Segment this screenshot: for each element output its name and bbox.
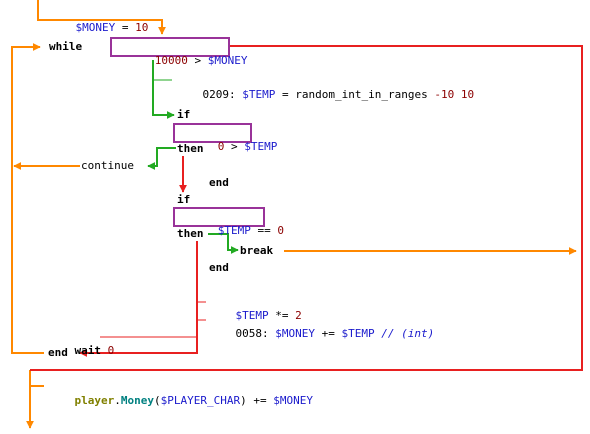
end2-keyword: end — [209, 261, 229, 274]
then1-keyword: then — [177, 142, 204, 155]
add-temp-var: $TEMP — [341, 327, 375, 340]
if2-cond-num: 0 — [277, 224, 284, 237]
add-opcode-prefix: 0058: — [235, 327, 276, 340]
temp-var: $TEMP — [242, 88, 276, 101]
final-add-op: += — [246, 394, 274, 407]
while-cond-op: > — [187, 54, 208, 67]
break-keyword: break — [240, 244, 274, 257]
end1-keyword: end — [209, 176, 229, 189]
add-op: += — [315, 327, 342, 340]
if1-condition-box: 0 > $TEMP — [173, 123, 277, 153]
money-var: $MONEY — [75, 21, 116, 34]
flow-diagram: $MONEY = 10 while 10000 > $MONEY 0209: $… — [0, 0, 590, 434]
if2-cond-var: $TEMP — [217, 224, 251, 237]
then2-keyword: then — [177, 227, 204, 240]
if1-cond-var: $TEMP — [244, 140, 278, 153]
while-cond-num: 10000 — [154, 54, 188, 67]
random-temp-line: 0209: $TEMP = random_int_in_ranges -10 1… — [176, 74, 475, 116]
init-value: 10 — [135, 21, 149, 34]
paren-open: ( — [154, 394, 161, 407]
continue-keyword: continue — [81, 159, 134, 172]
while-keyword: while — [49, 40, 83, 53]
final-money-var: $MONEY — [273, 394, 313, 407]
while-condition-box: 10000 > $MONEY — [110, 37, 248, 67]
if1-cond-op: > — [224, 140, 245, 153]
money-add-line: 0058: $MONEY += $TEMP // (int) — [209, 313, 435, 355]
wait-value: 0 — [107, 344, 115, 357]
green-if1-true-arrow — [147, 147, 176, 170]
member-dot: . — [114, 394, 121, 407]
wait-space — [101, 344, 108, 357]
orange-loop-back-arrow — [11, 43, 44, 354]
if2-keyword: if — [177, 193, 191, 206]
add-money-var: $MONEY — [275, 327, 315, 340]
end-while-keyword: end — [48, 346, 68, 359]
money-method: Money — [120, 394, 154, 407]
player-object: player — [74, 394, 115, 407]
wait-keyword: wait — [74, 344, 102, 357]
if2-cond-op: == — [250, 224, 278, 237]
while-cond-var: $MONEY — [207, 54, 248, 67]
paren-close: ) — [240, 394, 247, 407]
if1-keyword: if — [177, 108, 191, 121]
opcode-prefix: 0209: — [202, 88, 243, 101]
if2-condition-box: $TEMP == 0 — [173, 207, 284, 237]
player-char-var: $PLAYER_CHAR — [160, 394, 241, 407]
player-money-line: player.Money($PLAYER_CHAR) += $MONEY — [48, 380, 313, 422]
assign-op: = — [115, 21, 136, 34]
range-min: -10 — [434, 88, 455, 101]
int-comment: // (int) — [374, 327, 435, 340]
range-max: 10 — [460, 88, 475, 101]
random-call: = random_int_in_ranges — [275, 88, 435, 101]
